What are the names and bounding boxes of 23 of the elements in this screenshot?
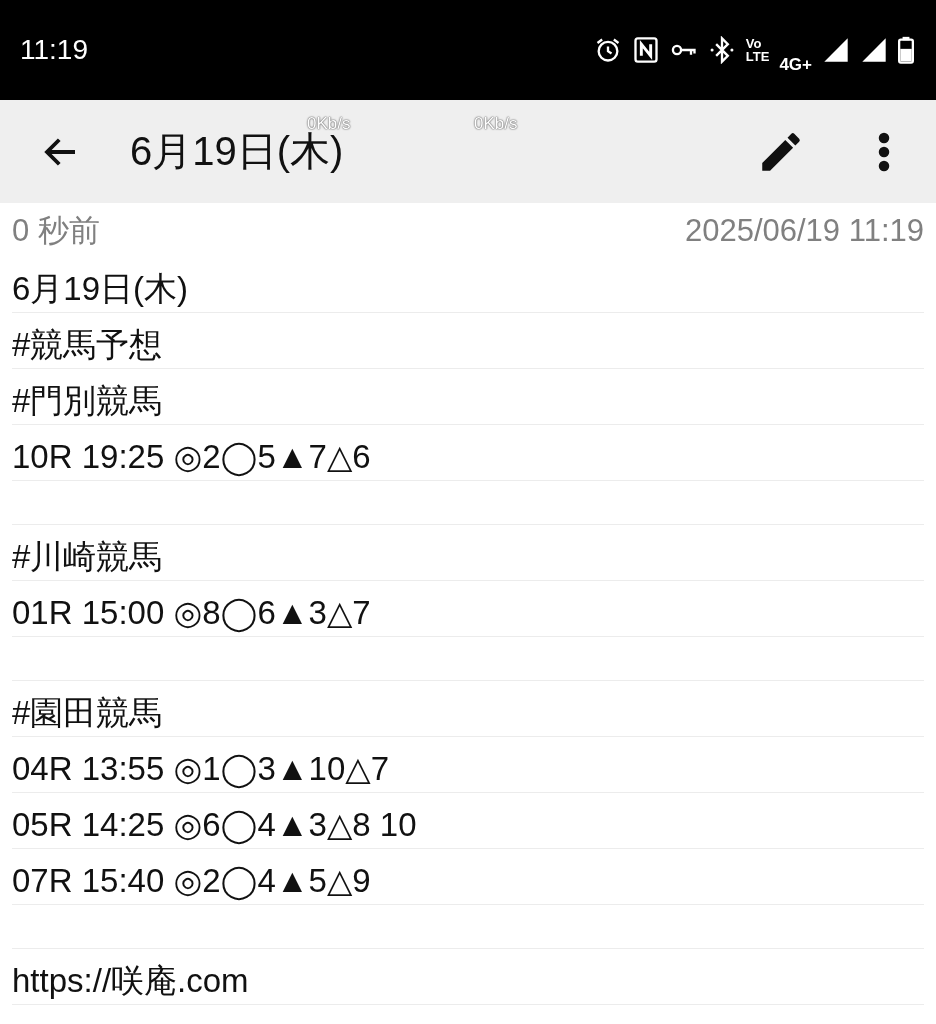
nfc-icon bbox=[631, 36, 660, 64]
note-line: 04R 13:55 ◎1◯3▲10△7 bbox=[12, 750, 389, 788]
note-line: #川崎競馬 bbox=[12, 538, 163, 576]
battery-icon bbox=[898, 36, 914, 64]
note-line: 01R 15:00 ◎8◯6▲3△7 bbox=[12, 594, 371, 632]
note-line: 10R 19:25 ◎2◯5▲7△6 bbox=[12, 438, 371, 476]
note-line: https://咲庵.com bbox=[12, 962, 249, 1000]
volte-label: Vo bbox=[745, 37, 763, 50]
more-options-icon[interactable] bbox=[876, 130, 892, 173]
note-line: #門別競馬 bbox=[12, 382, 163, 420]
clock-time: 11:19 bbox=[20, 34, 88, 66]
note-line: 6月19日(木) bbox=[12, 270, 189, 308]
note-line: 07R 15:40 ◎2◯4▲5△9 bbox=[12, 862, 371, 900]
lte-label: LTE bbox=[745, 50, 770, 63]
relative-time: 0 秒前 bbox=[12, 212, 100, 250]
network-type: 4G+ bbox=[779, 55, 812, 75]
signal-icon bbox=[822, 36, 850, 64]
note-line: #園田競馬 bbox=[12, 694, 163, 732]
signal-icon bbox=[860, 36, 888, 64]
note-line: #競馬予想 bbox=[12, 326, 163, 364]
network-speed: 0Kb/s bbox=[474, 114, 518, 134]
note-line: 05R 14:25 ◎6◯4▲3△8 10 bbox=[12, 806, 417, 844]
timestamp: 2025/06/19 11:19 bbox=[684, 213, 924, 249]
